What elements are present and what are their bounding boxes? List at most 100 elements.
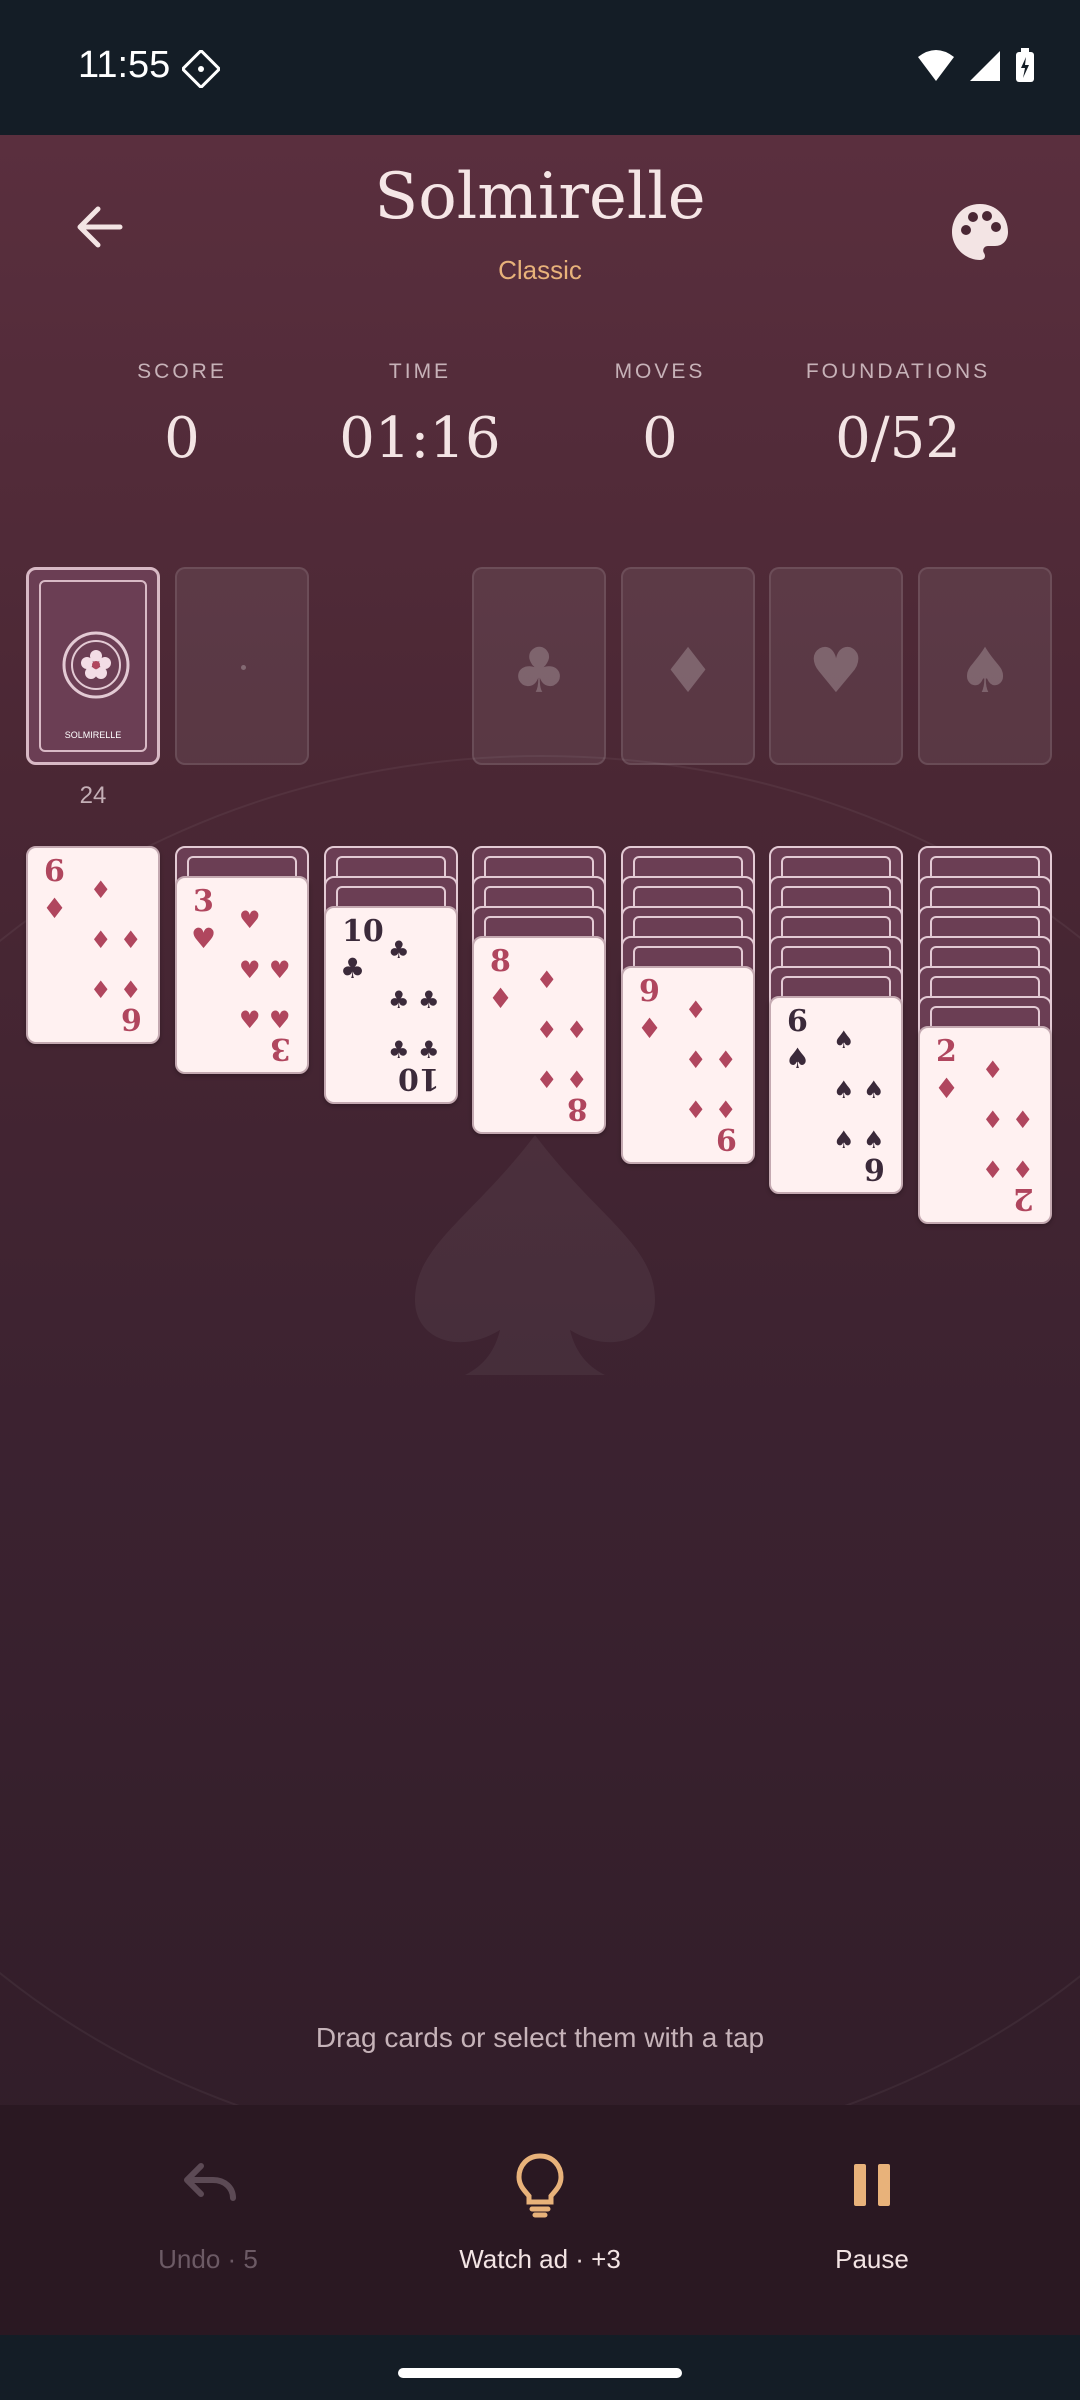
tableau-card[interactable]: 10 ♣ ♣ ♣ ♣ ♣ ♣ 10 [324, 906, 458, 1104]
card-pip-icon: ♦ [90, 976, 112, 1004]
card-rank-inverted: 8 [567, 1091, 588, 1126]
hint-text: Drag cards or select them with a tap [315, 2022, 765, 2053]
card-suit-icon: ♦ [934, 1072, 960, 1105]
card-suit-icon: ♥ [191, 922, 217, 955]
card-back-brand: SOLMIRELLE [64, 730, 122, 740]
stat-moves: MOVES 0 [540, 360, 780, 471]
tableau-card[interactable]: 8 ♦ ♦ ♦ ♦ ♦ ♦ 8 [472, 936, 606, 1134]
card-pip-icon: ♦ [685, 1046, 707, 1074]
card-pip-icon: ♦ [90, 876, 112, 904]
home-gesture-handle[interactable] [398, 2368, 682, 2378]
stock-count: 24 [79, 782, 107, 809]
undo-label: Undo · 5 [158, 2244, 258, 2274]
pause-button[interactable]: Pause [722, 2150, 1022, 2275]
card-rank-inverted: 2 [1013, 1181, 1034, 1216]
card-rank: 6 [787, 1004, 808, 1039]
stat-time: TIME 01:16 [300, 360, 540, 471]
status-time: 11:55 [78, 44, 171, 86]
background-spade-icon [415, 1135, 655, 1375]
card-pip-icon: ♦ [566, 1016, 588, 1044]
card-rank-inverted: 3 [270, 1031, 291, 1066]
card-pip-icon: ♦ [536, 966, 558, 994]
battery-icon [1016, 48, 1034, 82]
foundation-spades[interactable]: ♠ [918, 567, 1052, 765]
clubs-icon: ♣ [511, 634, 567, 707]
card-pip-icon: ♦ [715, 1046, 737, 1074]
foundation-diamonds[interactable]: ♦ [621, 567, 755, 765]
card-pip-icon: ♠ [863, 1126, 885, 1154]
card-rank: 9 [639, 974, 660, 1009]
undo-button[interactable]: Undo · 5 [58, 2150, 358, 2275]
card-pip-icon: ♠ [863, 1076, 885, 1104]
card-rank: 3 [193, 884, 214, 919]
card-pip-icon: ♦ [1012, 1106, 1034, 1134]
card-pip-icon: ♠ [833, 1126, 855, 1154]
card-rank-inverted: 6 [864, 1151, 885, 1186]
card-pip-icon: ♣ [388, 936, 410, 964]
tableau-card[interactable]: 6 ♠ ♠ ♠ ♠ ♠ ♠ 6 [769, 996, 903, 1194]
tableau-card[interactable]: 6 ♦ ♦ ♦ ♦ ♦ ♦ 6 [26, 846, 160, 1044]
card-pip-icon: ♣ [418, 986, 440, 1014]
signal-icon [970, 51, 1000, 81]
stat-value: 0/52 [835, 406, 961, 471]
developer-icon [182, 50, 220, 88]
status-bar: 11:55 [0, 0, 1080, 135]
stat-label: MOVES [614, 360, 706, 383]
card-suit-icon: ♠ [785, 1042, 811, 1075]
game-mode-subtitle: Classic [498, 255, 582, 285]
card-suit-icon: ♦ [637, 1012, 663, 1045]
foundation-clubs[interactable]: ♣ [472, 567, 606, 765]
stock-pile[interactable]: SOLMIRELLE [26, 567, 160, 765]
card-rank: 8 [490, 944, 511, 979]
card-rank: 6 [44, 854, 65, 889]
wifi-icon [918, 50, 954, 81]
diamonds-icon: ♦ [660, 634, 716, 707]
card-pip-icon: ♦ [120, 976, 142, 1004]
card-pip-icon: ♦ [536, 1066, 558, 1094]
card-pip-icon: ♥ [269, 1006, 291, 1034]
watch-ad-button[interactable]: Watch ad · +3 [390, 2150, 690, 2275]
palette-icon[interactable] [948, 200, 1012, 264]
lightbulb-icon [516, 2153, 564, 2218]
card-pip-icon: ♣ [388, 986, 410, 1014]
card-pip-icon: ♦ [1012, 1156, 1034, 1184]
stat-label: TIME [388, 360, 452, 383]
card-pip-icon: ♦ [120, 926, 142, 954]
card-pip-icon: ♥ [239, 956, 261, 984]
card-pip-icon: ♥ [269, 956, 291, 984]
pause-label: Pause [835, 2244, 909, 2274]
card-pip-icon: ♣ [388, 1036, 410, 1064]
card-suit-icon: ♣ [340, 952, 366, 985]
tableau-card[interactable]: 3 ♥ ♥ ♥ ♥ ♥ ♥ 3 [175, 876, 309, 1074]
card-pip-icon: ♠ [833, 1076, 855, 1104]
card-rank: 10 [342, 914, 384, 949]
page-title: Solmirelle [374, 160, 706, 234]
card-rank-inverted: 10 [398, 1061, 440, 1096]
spades-icon: ♠ [957, 634, 1013, 707]
card-pip-icon: ♦ [536, 1016, 558, 1044]
tableau-card[interactable]: 2 ♦ ♦ ♦ ♦ ♦ ♦ 2 [918, 1026, 1052, 1224]
hearts-icon: ♥ [808, 634, 864, 707]
card-pip-icon: ♦ [566, 1066, 588, 1094]
card-rank-inverted: 9 [716, 1121, 737, 1156]
stat-label: FOUNDATIONS [805, 360, 991, 383]
tableau-card[interactable]: 9 ♦ ♦ ♦ ♦ ♦ ♦ 9 [621, 966, 755, 1164]
foundation-hearts[interactable]: ♥ [769, 567, 903, 765]
stat-value: 0 [164, 406, 200, 471]
stat-label: SCORE [137, 360, 227, 383]
card-pip-icon: ♦ [685, 996, 707, 1024]
card-suit-icon: ♦ [42, 892, 68, 925]
watch-ad-label: Watch ad · +3 [459, 2244, 621, 2274]
card-pip-icon: ♦ [90, 926, 112, 954]
pause-icon [854, 2164, 890, 2206]
card-rank-inverted: 6 [121, 1001, 142, 1036]
flower-emblem-icon [62, 631, 130, 699]
card-pip-icon: ♦ [715, 1096, 737, 1124]
card-pip-icon: ♦ [685, 1096, 707, 1124]
stat-score: SCORE 0 [62, 360, 302, 471]
game-screen: Solmirelle Classic SCORE 0 TIME 01:16 MO… [0, 135, 1080, 2335]
waste-slot[interactable] [175, 567, 309, 765]
stat-value: 01:16 [339, 406, 501, 471]
stat-value: 0 [642, 406, 678, 471]
card-pip-icon: ♦ [982, 1056, 1004, 1084]
